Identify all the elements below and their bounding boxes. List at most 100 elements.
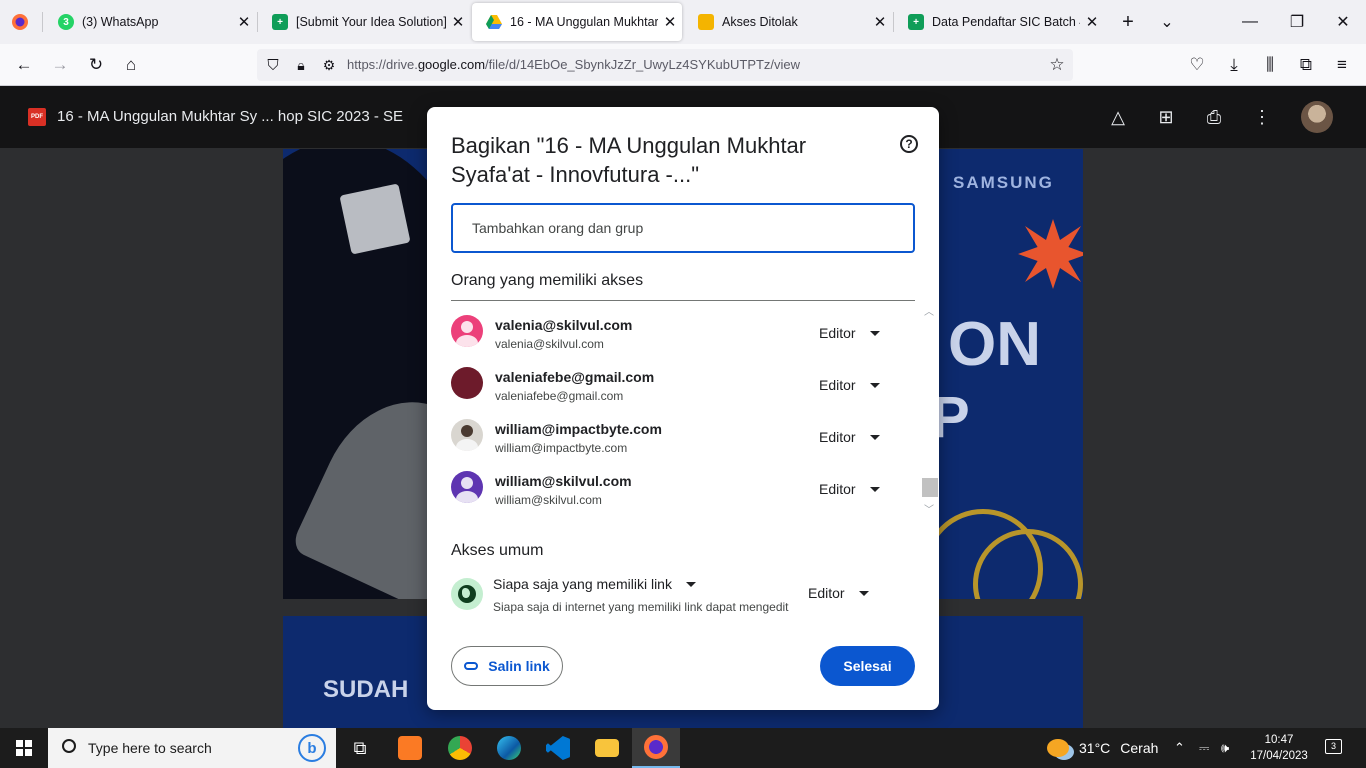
pocket-icon[interactable]: ♡ xyxy=(1183,51,1211,79)
avatar xyxy=(451,471,483,503)
google-drive-icon xyxy=(486,14,502,30)
volume-icon[interactable]: 🕪︎ xyxy=(1221,728,1229,768)
caret-down-icon xyxy=(869,382,880,388)
role-label: Editor xyxy=(819,481,856,497)
restore-icon[interactable]: ❐ xyxy=(1283,8,1311,36)
windows-logo-icon xyxy=(16,740,32,756)
done-button[interactable]: Selesai xyxy=(820,646,915,686)
forward-icon[interactable]: → xyxy=(46,51,74,79)
scroll-down-icon[interactable]: ﹀ xyxy=(924,501,934,516)
people-access-heading: Orang yang memiliki akses xyxy=(451,272,644,289)
tab-akses-ditolak[interactable]: Akses Ditolak ✕ xyxy=(684,3,892,41)
search-icon xyxy=(62,739,76,753)
general-role-dropdown[interactable]: Editor xyxy=(808,585,869,601)
reload-icon[interactable]: ↻ xyxy=(82,51,110,79)
close-icon[interactable]: ✕ xyxy=(1080,13,1104,31)
print-icon[interactable]: ⎙ xyxy=(1201,104,1227,130)
search-placeholder: Type here to search xyxy=(88,740,212,756)
tab-title: Data Pendaftar SIC Batch 4 - 2 xyxy=(932,15,1080,29)
task-view-icon[interactable]: ⧉ xyxy=(336,728,384,768)
page-heading-fragment: ON xyxy=(948,310,1041,379)
page-heading-fragment: SUDAH xyxy=(323,676,409,703)
scrollbar-thumb[interactable] xyxy=(922,478,938,497)
tab-title: [Submit Your Idea Solution] S xyxy=(296,15,446,29)
tab-whatsapp[interactable]: 3 (3) WhatsApp ✕ xyxy=(44,3,256,41)
start-button[interactable] xyxy=(0,728,48,768)
general-access-heading: Akses umum xyxy=(451,542,544,559)
notification-center-icon[interactable]: 3 xyxy=(1325,739,1342,754)
chrome-icon[interactable] xyxy=(436,728,484,768)
avatar xyxy=(451,419,483,451)
person-email: william@impactbyte.com xyxy=(495,441,628,455)
extensions-icon[interactable]: ⧉ xyxy=(1292,51,1320,79)
clock-date: 17/04/2023 xyxy=(1250,750,1308,762)
copy-link-button[interactable]: Salin link xyxy=(451,646,563,686)
close-icon[interactable]: ✕ xyxy=(232,13,256,31)
add-comment-icon[interactable]: ⊞ xyxy=(1153,104,1179,130)
people-list: valenia@skilvul.com valenia@skilvul.com … xyxy=(451,301,915,515)
xampp-icon[interactable] xyxy=(386,728,434,768)
more-actions-icon[interactable]: ⋮ xyxy=(1249,104,1275,130)
role-dropdown[interactable]: Editor xyxy=(819,429,880,445)
document-title: 16 - MA Unggulan Mukhtar Sy ... hop SIC … xyxy=(57,108,404,125)
firefox-taskbar-icon[interactable] xyxy=(632,728,680,768)
person-name: valenia@skilvul.com xyxy=(495,317,633,333)
permissions-icon[interactable]: ⚙︎ xyxy=(315,51,343,79)
tab-title: (3) WhatsApp xyxy=(82,15,159,29)
role-label: Editor xyxy=(819,429,856,445)
tab-data-pendaftar[interactable]: + Data Pendaftar SIC Batch 4 - 2 ✕ xyxy=(894,3,1104,41)
downloads-icon[interactable]: ⤓ xyxy=(1220,51,1248,79)
add-people-input[interactable] xyxy=(451,203,915,253)
close-icon[interactable]: ✕ xyxy=(658,13,682,31)
back-icon[interactable]: ← xyxy=(10,51,38,79)
partly-sunny-icon xyxy=(1047,739,1069,757)
tab-drive-file[interactable]: 16 - MA Unggulan Mukhtar S ✕ xyxy=(472,3,682,41)
lock-icon[interactable]: 🔒︎ xyxy=(287,51,315,79)
sheets-icon: + xyxy=(908,14,924,30)
caret-down-icon xyxy=(685,581,696,587)
clock-time: 10:47 xyxy=(1264,734,1294,746)
bookmark-star-icon[interactable]: ☆ xyxy=(1043,51,1071,79)
weather-widget[interactable]: 31°C Cerah xyxy=(1047,728,1158,768)
minimize-icon[interactable]: — xyxy=(1236,8,1264,36)
general-access-label: Siapa saja yang memiliki link xyxy=(493,576,672,592)
home-icon[interactable]: ⌂ xyxy=(117,51,145,79)
list-all-tabs-icon[interactable]: ⌄ xyxy=(1153,8,1181,36)
url-text: https://drive.google.com/file/d/14EbOe_S… xyxy=(347,57,801,72)
vscode-icon[interactable] xyxy=(534,728,582,768)
network-icon[interactable]: ⎓ xyxy=(1199,728,1209,768)
url-bar[interactable]: ⛉ 🔒︎ ⚙︎ https://drive.google.com/file/d/… xyxy=(257,49,1073,81)
close-icon[interactable]: ✕ xyxy=(868,13,892,31)
new-tab-icon[interactable]: + xyxy=(1114,8,1142,36)
edge-icon[interactable] xyxy=(485,728,533,768)
close-icon[interactable]: ✕ xyxy=(446,13,470,31)
file-explorer-icon[interactable] xyxy=(583,728,631,768)
bing-icon[interactable]: b xyxy=(298,734,326,762)
starburst-shape xyxy=(1018,219,1083,289)
copy-link-label: Salin link xyxy=(488,658,550,674)
caret-down-icon xyxy=(869,330,880,336)
role-dropdown[interactable]: Editor xyxy=(819,377,880,393)
taskbar-search[interactable]: Type here to search b xyxy=(48,728,336,768)
role-label: Editor xyxy=(819,377,856,393)
help-icon[interactable]: ? xyxy=(900,135,918,153)
window-close-icon[interactable]: ✕ xyxy=(1329,8,1357,36)
windows-taskbar: Type here to search b ⧉ 31°C Cerah ⌃ ⎓ 🕪… xyxy=(0,728,1366,768)
pdf-icon: PDF xyxy=(28,108,46,126)
caret-down-icon xyxy=(869,434,880,440)
role-dropdown[interactable]: Editor xyxy=(819,481,880,497)
add-shortcut-drive-icon[interactable]: △ xyxy=(1105,104,1131,130)
app-menu-icon[interactable]: ≡ xyxy=(1328,51,1356,79)
share-dialog: Bagikan "16 - MA Unggulan Mukhtar Syafa'… xyxy=(427,107,939,710)
library-icon[interactable]: ⫼ xyxy=(1256,51,1284,79)
tab-submit-idea[interactable]: + [Submit Your Idea Solution] S ✕ xyxy=(258,3,470,41)
account-avatar[interactable] xyxy=(1301,101,1333,133)
show-hidden-icons-icon[interactable]: ⌃ xyxy=(1174,728,1185,768)
tracking-protection-icon[interactable]: ⛉ xyxy=(259,51,287,79)
scroll-up-icon[interactable]: ︿ xyxy=(924,303,934,318)
role-dropdown[interactable]: Editor xyxy=(819,325,880,341)
general-access-dropdown[interactable]: Siapa saja yang memiliki link xyxy=(493,576,696,592)
system-clock[interactable]: 10:47 17/04/2023 xyxy=(1248,732,1310,764)
sheets-icon: + xyxy=(272,14,288,30)
firefox-menu-icon[interactable] xyxy=(6,8,34,36)
